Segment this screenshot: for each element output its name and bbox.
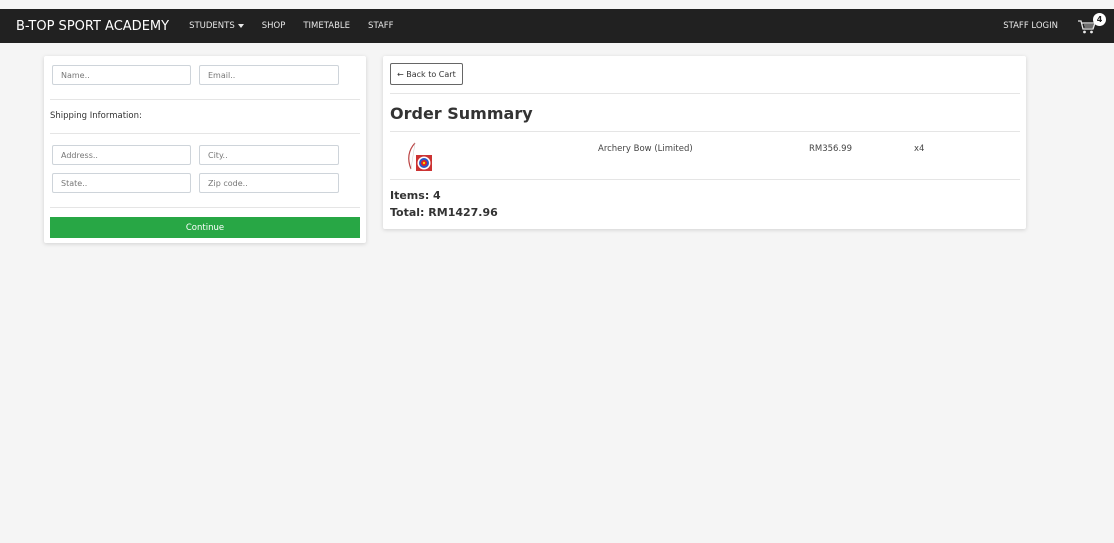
top-navbar: B-TOP SPORT ACADEMY STUDENTS SHOP TIMETA…: [0, 9, 1114, 43]
divider: [390, 179, 1020, 180]
divider: [390, 93, 1020, 94]
nav-students-dropdown[interactable]: STUDENTS: [189, 21, 244, 31]
order-summary-title: Order Summary: [390, 104, 533, 123]
nav-right-group: STAFF LOGIN 4: [1003, 9, 1114, 43]
item-price: RM356.99: [809, 144, 852, 154]
divider: [50, 99, 360, 100]
city-input[interactable]: City..: [199, 145, 339, 165]
item-name: Archery Bow (Limited): [598, 144, 693, 154]
state-input[interactable]: State..: [52, 173, 191, 193]
staff-login-link[interactable]: STAFF LOGIN: [1003, 21, 1058, 31]
archery-bow-target-icon: [408, 142, 432, 171]
items-count: Items: 4: [390, 189, 441, 202]
divider: [50, 207, 360, 208]
order-total: Total: RM1427.96: [390, 206, 498, 219]
divider: [390, 131, 1020, 132]
checkout-form-card: Name.. Email.. Shipping Information: Add…: [44, 56, 366, 243]
brand-link[interactable]: B-TOP SPORT ACADEMY: [16, 19, 169, 34]
email-input[interactable]: Email..: [199, 65, 339, 85]
nav-shop[interactable]: SHOP: [262, 21, 286, 31]
order-summary-card: ← Back to Cart Order Summary Archery Bow…: [383, 56, 1026, 229]
continue-button[interactable]: Continue: [50, 217, 360, 238]
nav-students-label: STUDENTS: [189, 21, 235, 31]
shipping-info-label: Shipping Information:: [50, 111, 142, 121]
back-to-cart-button[interactable]: ← Back to Cart: [390, 63, 463, 85]
name-input[interactable]: Name..: [52, 65, 191, 85]
cart-count-badge: 4: [1093, 13, 1106, 26]
zip-code-input[interactable]: Zip code..: [199, 173, 339, 193]
address-input[interactable]: Address..: [52, 145, 191, 165]
divider: [50, 133, 360, 134]
item-quantity: x4: [914, 144, 925, 154]
nav-timetable[interactable]: TIMETABLE: [303, 21, 350, 31]
caret-down-icon: [237, 24, 244, 28]
cart-button[interactable]: 4: [1078, 13, 1106, 36]
nav-staff[interactable]: STAFF: [368, 21, 394, 31]
